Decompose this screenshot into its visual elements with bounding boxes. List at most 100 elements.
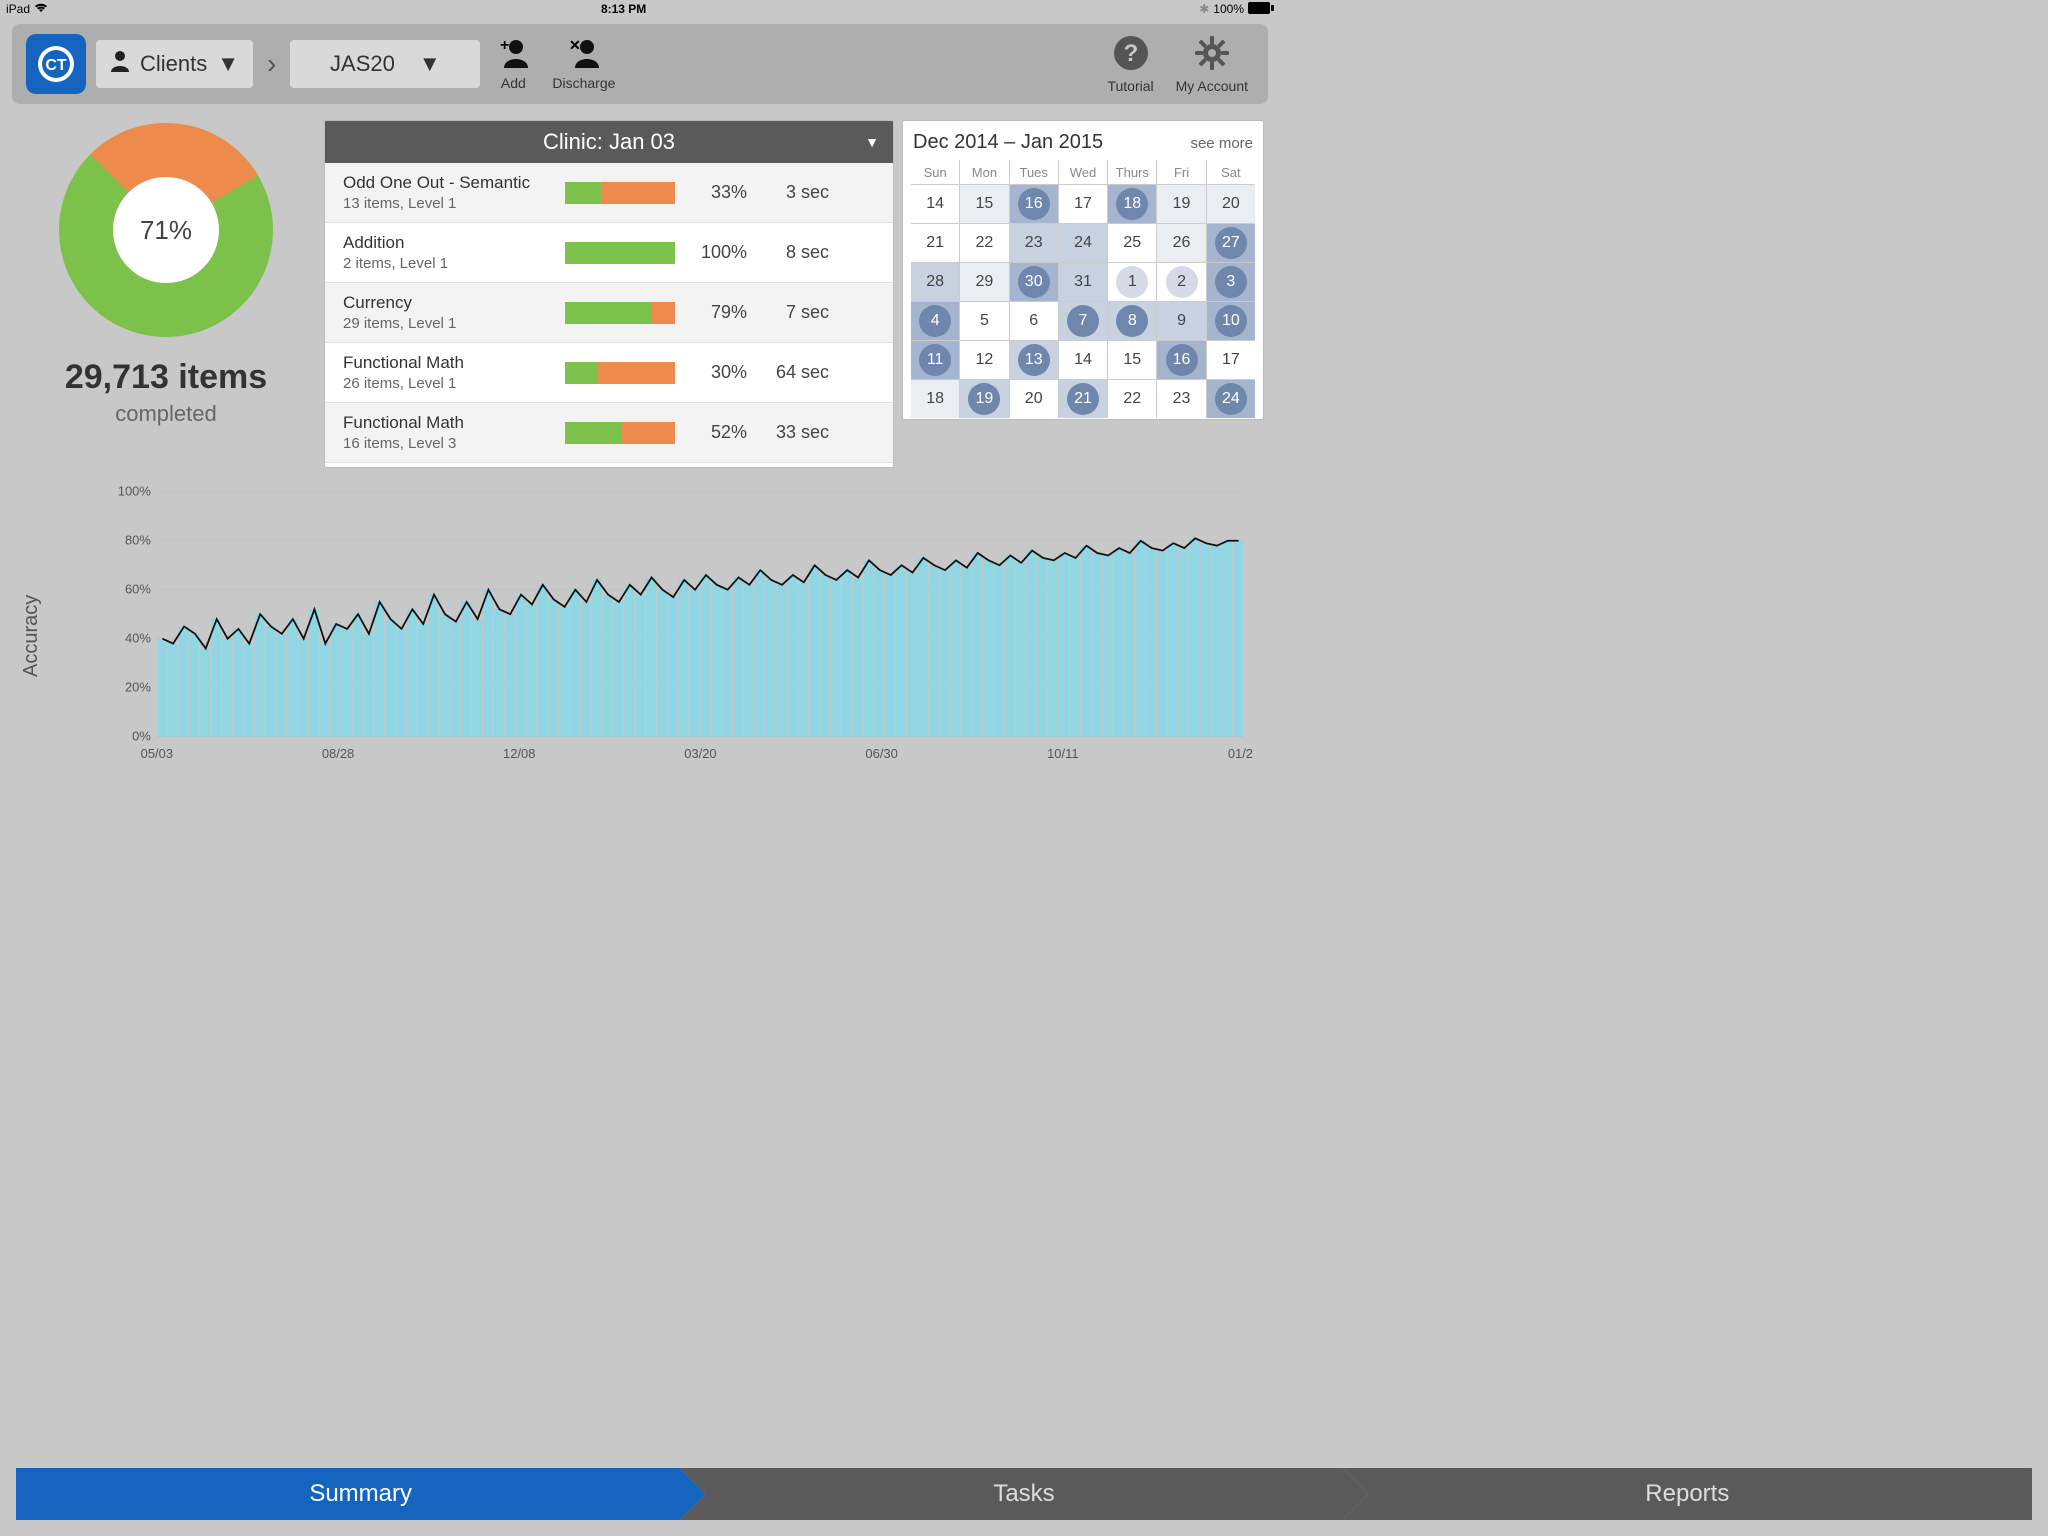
status-time: 8:13 PM <box>48 2 1199 16</box>
calendar-day[interactable]: 12 <box>960 341 1008 379</box>
task-info: Addition2 items, Level 1 <box>343 233 553 272</box>
task-info: Functional Math26 items, Level 1 <box>343 353 553 392</box>
calendar-day[interactable]: 15 <box>1108 341 1156 379</box>
calendar-day[interactable]: 20 <box>1207 185 1255 223</box>
svg-text:12/08: 12/08 <box>503 746 535 761</box>
calendar-day[interactable]: 21 <box>911 224 959 262</box>
svg-text:100%: 100% <box>118 484 151 499</box>
calendar-day[interactable]: 29 <box>960 263 1008 301</box>
calendar-day[interactable]: 24 <box>1207 380 1255 418</box>
svg-text:CT: CT <box>45 57 67 74</box>
calendar-day[interactable]: 28 <box>911 263 959 301</box>
calendar-day[interactable]: 8 <box>1108 302 1156 340</box>
calendar-day[interactable]: 24 <box>1059 224 1107 262</box>
calendar-day[interactable]: 9 <box>1157 302 1205 340</box>
svg-text:✕: ✕ <box>569 38 581 53</box>
calendar-dow: Sun <box>911 160 959 184</box>
task-row[interactable]: Functional Math26 items, Level 1 30% 64 se… <box>325 343 893 403</box>
calendar-dow: Thurs <box>1108 160 1156 184</box>
calendar-day[interactable]: 22 <box>960 224 1008 262</box>
calendar-day[interactable]: 16 <box>1010 185 1058 223</box>
tab-summary[interactable]: Summary <box>16 1468 705 1520</box>
account-label: My Account <box>1176 78 1248 94</box>
task-percent: 30% <box>687 362 747 383</box>
status-left: iPad <box>6 2 48 16</box>
calendar-day[interactable]: 18 <box>911 380 959 418</box>
calendar-day[interactable]: 5 <box>960 302 1008 340</box>
my-account-button[interactable]: My Account <box>1170 35 1254 94</box>
task-meta: 16 items, Level 3 <box>343 435 553 452</box>
calendar-day[interactable]: 23 <box>1010 224 1058 262</box>
chart-y-axis-label: Accuracy <box>16 476 47 796</box>
calendar-day[interactable]: 17 <box>1059 185 1107 223</box>
help-icon: ? <box>1113 35 1149 76</box>
wifi-icon <box>34 2 48 16</box>
calendar-day[interactable]: 13 <box>1010 341 1058 379</box>
calendar-day[interactable]: 14 <box>1059 341 1107 379</box>
task-percent: 33% <box>687 182 747 203</box>
svg-text:06/30: 06/30 <box>865 746 897 761</box>
breadcrumb-chevron-icon: › <box>263 48 280 80</box>
calendar-day[interactable]: 19 <box>960 380 1008 418</box>
calendar-day[interactable]: 20 <box>1010 380 1058 418</box>
calendar-day[interactable]: 11 <box>911 341 959 379</box>
calendar-day[interactable]: 21 <box>1059 380 1107 418</box>
discharge-client-button[interactable]: ✕ Discharge <box>546 38 621 91</box>
calendar-day[interactable]: 10 <box>1207 302 1255 340</box>
calendar-day[interactable]: 25 <box>1108 224 1156 262</box>
task-meta: 2 items, Level 1 <box>343 255 553 272</box>
chevron-down-icon: ▼ <box>217 51 239 77</box>
task-time: 8 sec <box>759 242 829 263</box>
calendar-day[interactable]: 3 <box>1207 263 1255 301</box>
calendar-panel: Dec 2014 – Jan 2015 see more SunMonTuesW… <box>902 120 1264 420</box>
svg-text:+: + <box>500 38 509 54</box>
donut-percentage: 71% <box>56 120 276 340</box>
task-row[interactable]: Addition2 items, Level 1 100% 8 sec <box>325 223 893 283</box>
device-label: iPad <box>6 2 30 16</box>
svg-text:40%: 40% <box>125 631 151 646</box>
tab-tasks[interactable]: Tasks <box>679 1468 1368 1520</box>
calendar-day[interactable]: 22 <box>1108 380 1156 418</box>
task-name: Functional Math <box>343 413 553 433</box>
calendar-day[interactable]: 30 <box>1010 263 1058 301</box>
calendar-see-more-link[interactable]: see more <box>1190 135 1253 152</box>
task-row[interactable]: Currency29 items, Level 179%7 sec <box>325 283 893 343</box>
calendar-dow: Fri <box>1157 160 1205 184</box>
calendar-day[interactable]: 19 <box>1157 185 1205 223</box>
tab-reports[interactable]: Reports <box>1343 1468 2032 1520</box>
session-header-dropdown[interactable]: Clinic: Jan 03 ▼ <box>325 121 893 163</box>
clients-dropdown[interactable]: Clients ▼ <box>96 40 253 88</box>
calendar-dow: Wed <box>1059 160 1107 184</box>
calendar-day[interactable]: 17 <box>1207 341 1255 379</box>
svg-text:20%: 20% <box>125 680 151 695</box>
calendar-day[interactable]: 2 <box>1157 263 1205 301</box>
task-row[interactable]: Odd One Out - Semantic13 items, Level 13… <box>325 163 893 223</box>
calendar-day[interactable]: 15 <box>960 185 1008 223</box>
tutorial-button[interactable]: ? Tutorial <box>1101 35 1159 94</box>
calendar-day[interactable]: 18 <box>1108 185 1156 223</box>
status-right: ✱ 100% <box>1199 2 1274 17</box>
person-icon <box>110 50 130 78</box>
add-client-button[interactable]: + Add <box>490 38 536 91</box>
client-select-dropdown[interactable]: JAS20 ▼ <box>290 40 480 88</box>
task-progress-bar <box>565 182 675 204</box>
calendar-day[interactable]: 7 <box>1059 302 1107 340</box>
calendar-day[interactable]: 23 <box>1157 380 1205 418</box>
calendar-day[interactable]: 16 <box>1157 341 1205 379</box>
calendar-dow: Sat <box>1207 160 1255 184</box>
calendar-day[interactable]: 1 <box>1108 263 1156 301</box>
calendar-day[interactable]: 27 <box>1207 224 1255 262</box>
calendar-day[interactable]: 6 <box>1010 302 1058 340</box>
task-time: 64 sec <box>759 362 829 383</box>
calendar-day[interactable]: 14 <box>911 185 959 223</box>
app-logo-icon[interactable]: CT <box>26 34 86 94</box>
task-time: 33 sec <box>759 422 829 443</box>
task-percent: 52% <box>687 422 747 443</box>
calendar-day[interactable]: 31 <box>1059 263 1107 301</box>
task-row[interactable]: Functional Math 16 items, Level 3 52% 33 se… <box>325 403 893 463</box>
calendar-day[interactable]: 26 <box>1157 224 1205 262</box>
add-label: Add <box>501 75 526 91</box>
calendar-day[interactable]: 4 <box>911 302 959 340</box>
task-percent: 100% <box>687 242 747 263</box>
status-bar: iPad 8:13 PM ✱ 100% <box>0 0 1280 18</box>
